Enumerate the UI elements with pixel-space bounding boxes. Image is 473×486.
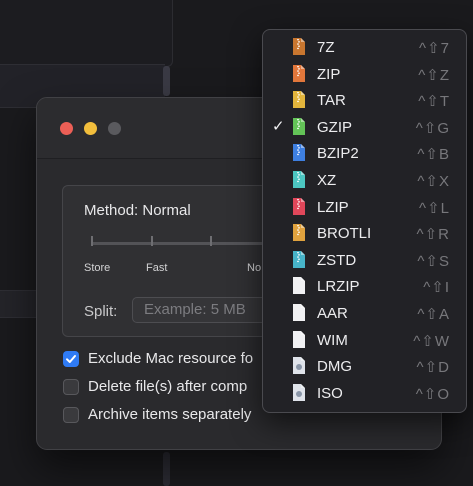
checkbox-unchecked[interactable] — [63, 379, 79, 395]
minimize-button[interactable] — [84, 122, 97, 135]
method-slider[interactable] — [91, 242, 281, 245]
background-row — [0, 290, 36, 318]
slider-tick-3 — [210, 236, 212, 246]
menu-item-label: WIM — [317, 331, 348, 349]
format-menu: 7Z ^⇧7 ZIP ^⇧Z TAR ^⇧T ✓ GZIP ^⇧G BZIP2 ^⇧B XZ ^⇧X LZ… — [262, 29, 467, 413]
menu-item-iso[interactable]: ISO ^⇧O — [263, 380, 466, 406]
menu-item-xz[interactable]: XZ ^⇧X — [263, 167, 466, 193]
slider-label-fast: Fast — [146, 262, 168, 274]
disk-image-icon — [293, 357, 305, 375]
menu-item-label: GZIP — [317, 118, 353, 136]
slider-tick-store — [91, 236, 93, 246]
keyboard-shortcut: ^⇧S — [417, 252, 450, 270]
menu-item-bzip2[interactable]: BZIP2 ^⇧B — [263, 140, 466, 166]
menu-item-label: BZIP2 — [317, 145, 359, 163]
menu-item-zstd[interactable]: ZSTD ^⇧S — [263, 247, 466, 273]
archive-file-icon — [293, 171, 305, 188]
document-icon — [293, 277, 305, 295]
keyboard-shortcut: ^⇧T — [418, 93, 450, 111]
document-icon — [293, 330, 305, 348]
menu-item-lzip[interactable]: LZIP ^⇧L — [263, 194, 466, 220]
keyboard-shortcut: ^⇧L — [419, 199, 450, 217]
close-button[interactable] — [60, 122, 73, 135]
checkbox-label: Archive items separately — [88, 406, 252, 423]
menu-item-tar[interactable]: TAR ^⇧T — [263, 87, 466, 113]
keyboard-shortcut: ^⇧I — [423, 279, 450, 297]
menu-item-lrzip[interactable]: LRZIP ^⇧I — [263, 273, 466, 299]
menu-item-7z[interactable]: 7Z ^⇧7 — [263, 34, 466, 60]
menu-item-wim[interactable]: WIM ^⇧W — [263, 327, 466, 353]
keyboard-shortcut: ^⇧G — [415, 119, 450, 137]
archive-file-icon — [293, 197, 305, 215]
keyboard-shortcut: ^⇧R — [416, 226, 450, 244]
disk-image-icon — [293, 383, 305, 401]
zoom-button[interactable] — [108, 122, 121, 135]
archive-file-icon — [293, 64, 305, 82]
checkmark-icon: ✓ — [272, 117, 285, 135]
background-scrollbar-lower[interactable] — [163, 452, 170, 486]
menu-item-label: ZIP — [317, 65, 341, 83]
archive-file-icon — [293, 144, 305, 162]
background-scrollbar[interactable] — [163, 66, 170, 96]
menu-item-label: BROTLI — [317, 225, 372, 243]
keyboard-shortcut: ^⇧X — [417, 173, 450, 190]
slider-label-normal: No — [247, 262, 262, 274]
menu-item-label: ISO — [317, 384, 343, 402]
archive-file-icon — [293, 224, 305, 242]
menu-item-gzip[interactable]: ✓ GZIP ^⇧G — [263, 114, 466, 140]
slider-label-store: Store — [84, 262, 111, 274]
method-label: Method: Normal — [84, 202, 191, 219]
keyboard-shortcut: ^⇧W — [413, 332, 450, 350]
checkbox-label: Exclude Mac resource fo — [88, 350, 254, 367]
checkmark-icon — [66, 355, 76, 363]
keyboard-shortcut: ^⇧D — [416, 359, 450, 377]
menu-item-label: DMG — [317, 358, 352, 376]
slider-tick-fast — [151, 236, 153, 246]
menu-item-dmg[interactable]: DMG ^⇧D — [263, 353, 466, 379]
document-icon — [293, 304, 305, 321]
keyboard-shortcut: ^⇧A — [417, 306, 450, 323]
archive-file-icon — [293, 38, 305, 55]
menu-item-label: AAR — [317, 305, 348, 322]
split-label: Split: — [84, 303, 118, 320]
keyboard-shortcut: ^⇧7 — [419, 40, 450, 57]
checkbox-checked[interactable] — [63, 351, 79, 367]
menu-item-aar[interactable]: AAR ^⇧A — [263, 300, 466, 326]
archive-file-icon — [293, 91, 305, 109]
menu-item-label: XZ — [317, 172, 337, 189]
menu-item-label: ZSTD — [317, 251, 357, 269]
background-panel — [0, 0, 173, 67]
archive-file-icon — [293, 250, 305, 268]
menu-item-label: LRZIP — [317, 278, 360, 296]
menu-item-label: LZIP — [317, 198, 349, 216]
menu-item-label: TAR — [317, 92, 346, 110]
archive-file-icon — [293, 117, 305, 135]
keyboard-shortcut: ^⇧Z — [418, 66, 450, 84]
keyboard-shortcut: ^⇧B — [417, 146, 450, 164]
checkbox-unchecked[interactable] — [63, 407, 79, 423]
menu-item-label: 7Z — [317, 39, 335, 56]
menu-item-brotli[interactable]: BROTLI ^⇧R — [263, 220, 466, 246]
keyboard-shortcut: ^⇧O — [415, 385, 450, 403]
menu-item-zip[interactable]: ZIP ^⇧Z — [263, 61, 466, 87]
checkbox-label: Delete file(s) after comp — [88, 378, 248, 395]
